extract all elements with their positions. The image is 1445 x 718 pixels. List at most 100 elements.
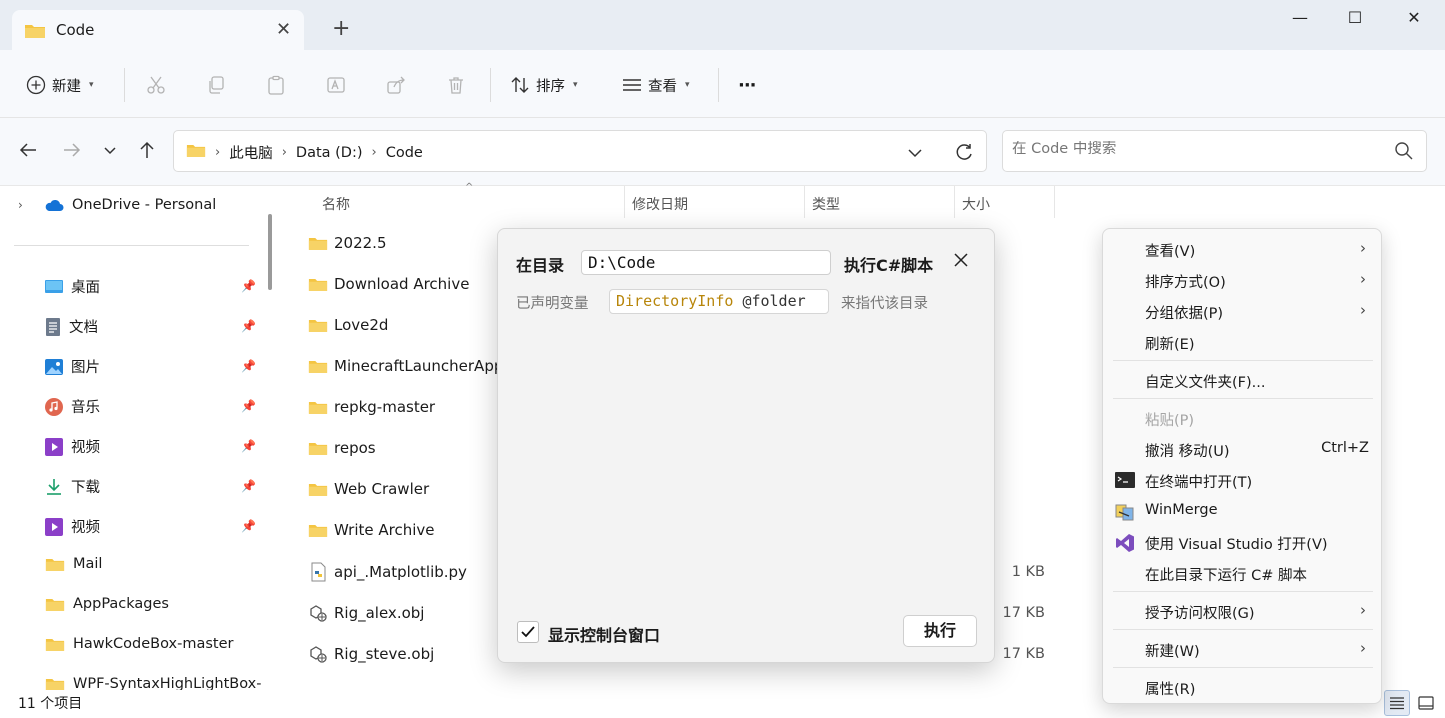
directory-input[interactable] — [581, 250, 831, 275]
recent-locations-chevron-icon[interactable] — [102, 140, 118, 165]
sort-icon — [511, 77, 529, 93]
file-row[interactable]: Rig_steve.obj — [308, 644, 434, 664]
back-arrow-icon[interactable] — [18, 140, 38, 165]
view-button[interactable]: 查看 ▾ — [622, 72, 690, 98]
menu-item-undo-move[interactable]: 撤消 移动(U) — [1145, 440, 1230, 461]
column-divider[interactable] — [804, 186, 805, 218]
pin-icon[interactable]: 📌 — [241, 359, 256, 373]
menu-item-view[interactable]: 查看(V) — [1145, 240, 1195, 261]
sidebar-item-downloads[interactable]: 下载 — [45, 476, 100, 497]
close-window-button[interactable]: ✕ — [1394, 8, 1434, 32]
address-bar[interactable]: › 此电脑 › Data (D:) › Code — [173, 130, 987, 172]
column-header-name[interactable]: 名称 — [322, 194, 350, 214]
menu-item-winmerge[interactable]: WinMerge — [1145, 502, 1218, 518]
up-arrow-icon[interactable] — [137, 140, 157, 165]
minimize-button[interactable]: — — [1280, 8, 1320, 32]
run-button[interactable]: 执行 — [903, 615, 977, 647]
pin-icon[interactable]: 📌 — [241, 479, 256, 493]
column-divider[interactable] — [624, 186, 625, 218]
sort-button[interactable]: 排序 ▾ — [510, 72, 578, 98]
close-tab-icon[interactable]: ✕ — [276, 19, 291, 40]
menu-item-sort-by[interactable]: 排序方式(O) — [1145, 271, 1226, 292]
breadcrumb-code[interactable]: Code — [386, 145, 423, 161]
folder-icon — [45, 598, 65, 611]
maximize-button[interactable]: ☐ — [1335, 8, 1375, 32]
chevron-right-icon: › — [1360, 639, 1366, 657]
new-button[interactable]: 新建 ▾ — [26, 72, 94, 98]
close-icon[interactable] — [953, 249, 969, 273]
pin-icon[interactable]: 📌 — [241, 439, 256, 453]
sidebar-item-pictures[interactable]: 图片 — [45, 356, 100, 377]
file-row[interactable]: Write Archive — [308, 521, 435, 539]
file-row[interactable]: api_.Matplotlib.py — [308, 562, 467, 582]
menu-item-properties[interactable]: 属性(R) — [1145, 678, 1195, 699]
menu-item-give-access[interactable]: 授予访问权限(G) — [1145, 602, 1255, 623]
sidebar-item-videos[interactable]: 视频 — [45, 436, 100, 457]
sidebar-item-wpf-syntaxhighlightbox[interactable]: WPF-SyntaxHighLightBox- — [45, 676, 261, 690]
visual-studio-icon — [1115, 533, 1135, 553]
forward-arrow-icon[interactable] — [62, 140, 82, 165]
breadcrumb-data-drive[interactable]: Data (D:) — [296, 145, 363, 161]
sidebar-item-documents[interactable]: 文档 — [45, 316, 98, 337]
rename-button[interactable] — [326, 72, 346, 98]
search-input[interactable] — [1012, 141, 1382, 157]
search-box[interactable] — [1002, 130, 1427, 172]
delete-button[interactable] — [446, 72, 466, 98]
share-button[interactable] — [386, 72, 406, 98]
file-row[interactable]: Rig_alex.obj — [308, 603, 424, 623]
menu-item-customize-folder[interactable]: 自定义文件夹(F)... — [1145, 371, 1265, 392]
thumbnail-view-button[interactable] — [1413, 690, 1439, 716]
chevron-right-icon[interactable]: › — [282, 145, 287, 160]
dialog-title: 执行C#脚本 — [844, 256, 934, 275]
file-row[interactable]: repkg-master — [308, 398, 435, 416]
more-options-button[interactable]: ··· — [738, 72, 756, 98]
python-file-icon — [311, 562, 326, 582]
sidebar-scrollbar[interactable] — [268, 214, 272, 290]
paste-button[interactable] — [266, 72, 286, 98]
show-console-checkbox[interactable] — [517, 621, 539, 643]
refresh-icon[interactable] — [954, 142, 974, 166]
sidebar-item-music[interactable]: 音乐 — [45, 396, 100, 417]
sidebar-item-desktop[interactable]: 桌面 — [45, 276, 100, 297]
details-view-button[interactable] — [1384, 690, 1410, 716]
menu-item-run-csharp-script[interactable]: 在此目录下运行 C# 脚本 — [1145, 564, 1307, 585]
sidebar-item-mail[interactable]: Mail — [45, 556, 102, 572]
sidebar-item-onedrive[interactable]: OneDrive - Personal — [44, 197, 216, 213]
breadcrumb-this-pc[interactable]: 此电脑 — [229, 142, 273, 163]
search-icon[interactable] — [1394, 141, 1414, 165]
file-row[interactable]: MinecraftLauncherApp — [308, 357, 503, 375]
file-row[interactable]: repos — [308, 439, 376, 457]
sidebar-item-videos-2[interactable]: 视频 — [45, 516, 100, 537]
column-divider[interactable] — [1054, 186, 1055, 218]
menu-item-open-in-terminal[interactable]: 在终端中打开(T) — [1145, 471, 1252, 492]
menu-item-paste[interactable]: 粘贴(P) — [1145, 409, 1194, 430]
sidebar-item-apppackages[interactable]: AppPackages — [45, 596, 169, 612]
column-header-size[interactable]: 大小 — [962, 194, 990, 214]
pin-icon[interactable]: 📌 — [241, 399, 256, 413]
declared-variable-label: 已声明变量 — [516, 296, 589, 312]
pin-icon[interactable]: 📌 — [241, 519, 256, 533]
sidebar-item-hawkcodebox[interactable]: HawkCodeBox-master — [45, 636, 233, 652]
menu-item-group-by[interactable]: 分组依据(P) — [1145, 302, 1223, 323]
file-row[interactable]: Love2d — [308, 316, 388, 334]
file-row[interactable]: 2022.5 — [308, 234, 387, 252]
pin-icon[interactable]: 📌 — [241, 319, 256, 333]
column-header-modified[interactable]: 修改日期 — [632, 194, 688, 214]
file-row[interactable]: Download Archive — [308, 275, 469, 293]
file-row[interactable]: Web Crawler — [308, 480, 429, 498]
cut-button[interactable] — [146, 72, 166, 98]
tab-code[interactable]: Code ✕ — [12, 10, 304, 50]
menu-item-refresh[interactable]: 刷新(E) — [1145, 333, 1194, 354]
expand-chevron-icon[interactable]: › — [18, 198, 23, 212]
show-console-label[interactable]: 显示控制台窗口 — [548, 622, 660, 646]
chevron-right-icon[interactable]: › — [372, 145, 377, 160]
column-divider[interactable] — [954, 186, 955, 218]
new-tab-button[interactable]: + — [332, 18, 350, 40]
pin-icon[interactable]: 📌 — [241, 279, 256, 293]
address-dropdown-chevron-icon[interactable] — [907, 142, 923, 166]
menu-item-new[interactable]: 新建(W) — [1145, 640, 1200, 661]
column-header-type[interactable]: 类型 — [812, 194, 840, 214]
copy-button[interactable] — [206, 72, 226, 98]
menu-item-open-with-visual-studio[interactable]: 使用 Visual Studio 打开(V) — [1145, 533, 1328, 554]
share-icon — [387, 76, 405, 94]
